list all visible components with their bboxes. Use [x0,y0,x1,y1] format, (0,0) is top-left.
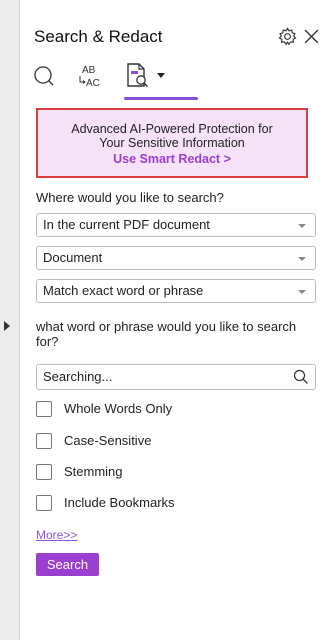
use-smart-redact-link[interactable]: Use Smart Redact > [38,151,306,167]
stemming-label: Stemming [64,464,123,479]
expand-panel-arrow-icon[interactable] [4,321,10,331]
replace-tool-label-bottom: AC [86,78,100,89]
search-scope-value: In the current PDF document [43,217,210,232]
replace-tool-icon[interactable]: AB AC [76,62,104,90]
promo-text-line2: Your Sensitive Information [99,136,245,150]
search-scope-select[interactable]: In the current PDF document [36,213,316,237]
whole-words-checkbox[interactable] [36,401,52,417]
document-search-icon[interactable] [124,62,154,90]
collapsed-side-strip [0,0,20,640]
gear-icon[interactable] [278,27,297,46]
include-bookmarks-label: Include Bookmarks [64,495,175,510]
active-tool-indicator [124,97,198,100]
match-mode-select[interactable]: Match exact word or phrase [36,279,316,303]
search-icon[interactable] [293,369,309,385]
close-icon[interactable] [303,28,320,45]
promo-text-line1: Advanced AI-Powered Protection for [71,122,273,136]
search-button[interactable]: Search [36,553,99,576]
search-phrase-question: what word or phrase would you like to se… [36,319,297,349]
replace-tool-label-top: AB [82,65,96,76]
search-target-value: Document [43,250,103,265]
tool-dropdown-chevron-icon[interactable] [157,73,165,78]
search-input-value: Searching... [43,369,113,384]
include-bookmarks-checkbox[interactable] [36,495,52,511]
search-input[interactable]: Searching... [36,364,316,390]
search-location-question: Where would you like to search? [36,190,224,205]
match-mode-value: Match exact word or phrase [43,283,204,298]
search-tool-icon[interactable] [33,65,55,87]
case-sensitive-checkbox[interactable] [36,433,52,449]
more-options-link[interactable]: More>> [36,528,77,542]
whole-words-label: Whole Words Only [64,401,173,416]
case-sensitive-label: Case-Sensitive [64,433,152,448]
chevron-down-icon [298,257,306,261]
search-target-select[interactable]: Document [36,246,316,270]
smart-redact-promo: Advanced AI-Powered Protection for Your … [36,108,308,178]
chevron-down-icon [298,224,306,228]
chevron-down-icon [298,290,306,294]
panel-title: Search & Redact [34,27,163,46]
stemming-checkbox[interactable] [36,464,52,480]
